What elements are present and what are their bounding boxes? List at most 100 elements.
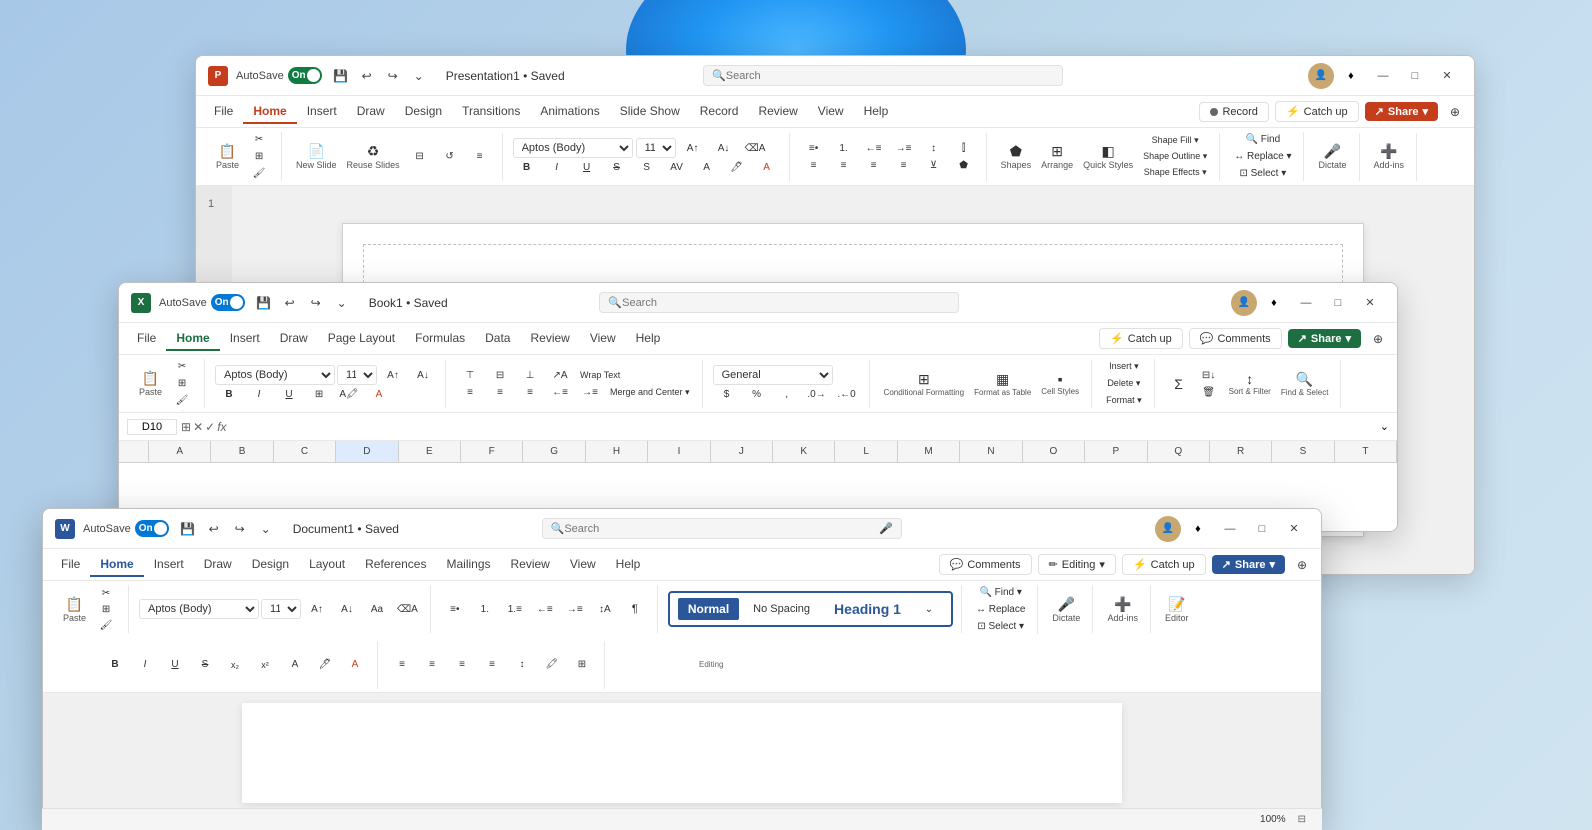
ppt-section-btn[interactable]: ≡ [466, 149, 494, 164]
xl-col-f[interactable]: F [461, 441, 523, 462]
xl-decimal-inc-btn[interactable]: .0→ [803, 387, 831, 402]
xl-diamond-icon[interactable]: ♦ [1263, 292, 1285, 314]
word-tab-file[interactable]: File [51, 553, 90, 577]
word-font-selector[interactable]: Aptos (Body) [139, 599, 259, 619]
word-replace-btn[interactable]: ↔ Replace [972, 602, 1029, 617]
xl-formula-settings-icon[interactable]: ⊞ [181, 420, 191, 434]
xl-comments-button[interactable]: 💬 Comments [1189, 328, 1282, 349]
ppt-fontcolor2-btn[interactable]: A [753, 160, 781, 175]
ppt-colcount-btn[interactable]: ⫿ [950, 141, 978, 156]
xl-col-h[interactable]: H [586, 441, 648, 462]
ppt-tab-help[interactable]: Help [854, 100, 899, 124]
xl-minimize-btn[interactable]: — [1291, 290, 1321, 316]
xl-bold-btn[interactable]: B [215, 387, 243, 402]
ppt-tab-record[interactable]: Record [690, 100, 749, 124]
ppt-shapeeffects-btn[interactable]: Shape Effects ▾ [1139, 165, 1211, 180]
ppt-replace-btn[interactable]: ↔ Replace ▾ [1230, 149, 1295, 164]
ppt-numbering-btn[interactable]: 1. [830, 141, 858, 156]
word-tab-layout[interactable]: Layout [299, 553, 355, 577]
xl-tab-pagelayout[interactable]: Page Layout [318, 327, 405, 351]
xl-numberformat-selector[interactable]: General [713, 365, 833, 385]
word-page[interactable] [242, 703, 1123, 803]
word-select-btn[interactable]: ⊡ Select ▾ [972, 619, 1029, 634]
ppt-align-right-btn[interactable]: ≡ [860, 158, 888, 173]
ppt-textalign-btn[interactable]: ⊻ [920, 158, 948, 173]
xl-border-btn[interactable]: ⊞ [305, 387, 333, 402]
xl-delete-btn[interactable]: Delete ▾ [1102, 376, 1146, 391]
xl-maximize-btn[interactable]: □ [1323, 290, 1353, 316]
word-search-input[interactable] [564, 523, 875, 535]
word-linespace2-btn[interactable]: ↕ [508, 657, 536, 672]
word-superscript-btn[interactable]: x² [251, 658, 279, 672]
ppt-addins-btn[interactable]: ➕Add-ins [1370, 141, 1409, 172]
ppt-align-left-btn[interactable]: ≡ [800, 158, 828, 173]
xl-autosum-btn[interactable]: Σ [1165, 374, 1193, 394]
word-pilcrow-btn[interactable]: ¶ [621, 601, 649, 617]
xl-col-o[interactable]: O [1023, 441, 1085, 462]
xl-formattable-btn[interactable]: ▦Format as Table [970, 369, 1035, 399]
xl-align-middle-btn[interactable]: ⊟ [486, 368, 514, 383]
xl-col-i[interactable]: I [648, 441, 710, 462]
ppt-close-btn[interactable]: ✕ [1432, 63, 1462, 89]
word-search-box[interactable]: 🔍 🎤 [542, 518, 902, 539]
word-addins-btn[interactable]: ➕Add-ins [1103, 594, 1142, 625]
word-share-button[interactable]: ↗ Share ▾ [1212, 555, 1285, 574]
word-tab-references[interactable]: References [355, 553, 436, 577]
word-highlight-btn[interactable]: 🖊 [311, 657, 339, 672]
xl-tab-insert[interactable]: Insert [220, 327, 270, 351]
xl-col-d[interactable]: D [336, 441, 398, 462]
ppt-tab-review[interactable]: Review [748, 100, 807, 124]
xl-sortfilter-btn[interactable]: ↕Sort & Filter [1225, 369, 1275, 398]
ppt-fontcolor-btn[interactable]: A [693, 160, 721, 175]
ppt-tab-animations[interactable]: Animations [530, 100, 609, 124]
word-copy-btn[interactable]: ⊞ [92, 602, 120, 617]
xl-tab-formulas[interactable]: Formulas [405, 327, 475, 351]
ppt-tab-file[interactable]: File [204, 100, 243, 124]
xl-wraptext-btn[interactable]: Wrap Text [576, 368, 624, 383]
xl-redo-btn[interactable]: ↪ [305, 292, 327, 314]
word-undo-btn[interactable]: ↩ [203, 518, 225, 540]
word-mic-icon[interactable]: 🎤 [879, 522, 893, 535]
ppt-linespace-btn[interactable]: ↕ [920, 141, 948, 156]
ppt-diamond-icon[interactable]: ♦ [1340, 65, 1362, 87]
xl-format-btn[interactable]: Format ▾ [1102, 393, 1146, 408]
xl-col-s[interactable]: S [1272, 441, 1334, 462]
xl-formula-fx-icon[interactable]: fx [217, 420, 226, 434]
xl-close-btn[interactable]: ✕ [1355, 290, 1385, 316]
xl-col-p[interactable]: P [1085, 441, 1147, 462]
ppt-highlight-btn[interactable]: 🖊 [723, 160, 751, 175]
word-justify-btn[interactable]: ≡ [478, 657, 506, 672]
xl-fontsize-down-btn[interactable]: A↓ [409, 368, 437, 383]
xl-fillcolor-btn[interactable]: A🖍 [335, 387, 363, 402]
xl-cell-ref[interactable]: D10 [127, 419, 177, 435]
xl-align-left-btn[interactable]: ≡ [456, 385, 484, 400]
ppt-indent-inc-btn[interactable]: →≡ [890, 141, 918, 156]
word-bullets-btn[interactable]: ≡• [441, 602, 469, 617]
ppt-record-button[interactable]: Record [1199, 102, 1268, 122]
ppt-shadow-btn[interactable]: S [633, 160, 661, 175]
word-style-normal[interactable]: Normal [678, 598, 739, 620]
xl-tab-draw[interactable]: Draw [270, 327, 318, 351]
ppt-cut-btn[interactable]: ✂ [245, 132, 273, 147]
ppt-shapeoutline-btn[interactable]: Shape Outline ▾ [1139, 149, 1211, 164]
ppt-reuseslides-btn[interactable]: ♻Reuse Slides [343, 141, 404, 172]
ppt-share-button[interactable]: ↗ Share ▾ [1365, 102, 1438, 121]
xl-col-m[interactable]: M [898, 441, 960, 462]
word-bold-btn[interactable]: B [101, 657, 129, 672]
word-tab-design[interactable]: Design [242, 553, 299, 577]
word-more-btn[interactable]: ⌄ [255, 518, 277, 540]
ppt-tab-transitions[interactable]: Transitions [452, 100, 530, 124]
xl-catchup-button[interactable]: ⚡ Catch up [1099, 328, 1183, 349]
status-zoom-slider-icon[interactable]: ⊟ [1298, 814, 1306, 825]
xl-share-button[interactable]: ↗ Share ▾ [1288, 329, 1361, 348]
ppt-catchup-button[interactable]: ⚡ Catch up [1275, 101, 1359, 122]
xl-condformat-btn[interactable]: ⊞Conditional Formatting [880, 369, 968, 399]
xl-formula-input[interactable] [231, 421, 1376, 433]
ppt-justify-btn[interactable]: ≡ [890, 158, 918, 173]
xl-col-b[interactable]: B [211, 441, 273, 462]
ppt-tab-insert[interactable]: Insert [297, 100, 347, 124]
word-fontsize-selector[interactable]: 11 [261, 599, 301, 619]
word-tab-draw[interactable]: Draw [194, 553, 242, 577]
ppt-search-input[interactable] [726, 70, 1054, 82]
ppt-dictate-btn[interactable]: 🎤Dictate [1314, 141, 1350, 172]
